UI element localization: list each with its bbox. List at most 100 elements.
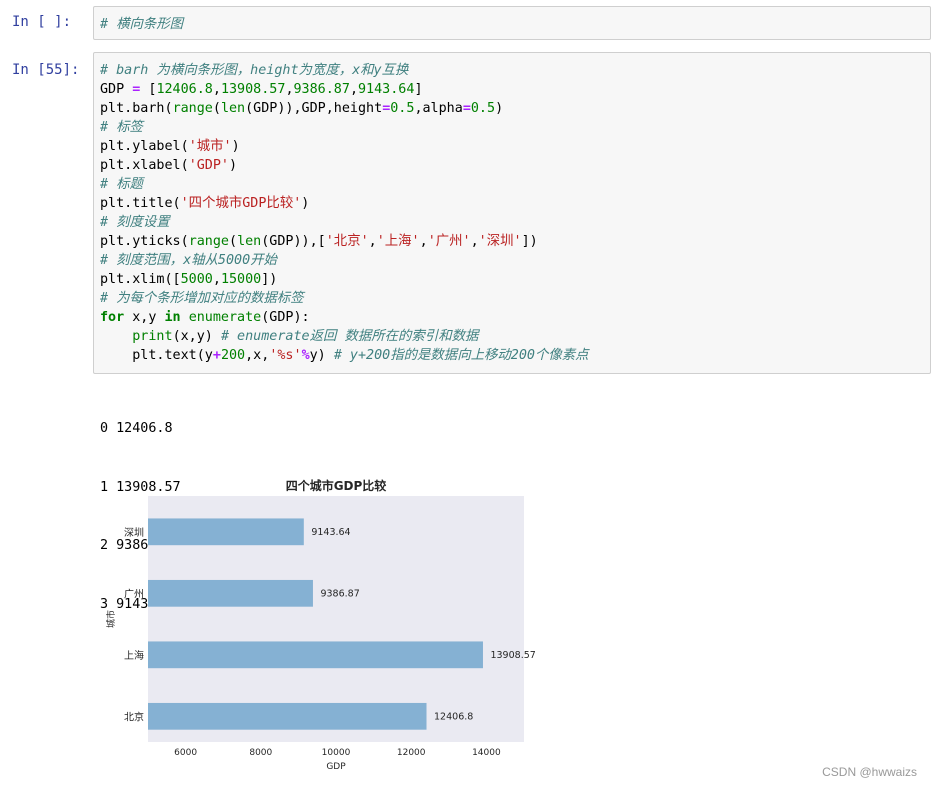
code-token: # 横向条形图 [100,17,184,32]
bar-data-label: 13908.57 [490,650,535,661]
code-token: plt.title( [100,196,181,211]
code-token: '北京' [325,234,369,249]
code-token: (GDP): [261,310,310,325]
x-tick-label: 10000 [322,748,351,758]
x-axis-label: GDP [326,762,346,772]
code-token: len [237,234,262,249]
code-token: (x,y) [172,329,221,344]
code-token: ]) [261,272,278,287]
code-token: range [172,101,213,116]
code-token: # y+200指的是数据向上移动200个像素点 [333,348,589,363]
code-token: len [220,101,246,116]
code-token: [ [140,82,157,97]
code-token: print [132,329,173,344]
code-token: ,x, [245,348,270,363]
code-token: % [301,348,310,363]
cell-prompt: In [ ]: [12,14,72,30]
code-token: plt.ylabel( [100,139,189,154]
code-line: plt.xlim([5000,15000]) [100,270,924,289]
code-line: plt.xlabel('GDP') [100,156,924,175]
code-token: ) [229,158,238,173]
code-token: '城市' [188,139,232,154]
x-tick-label: 12000 [397,748,426,758]
code-token: (GDP)),[ [261,234,326,249]
code-cell-1[interactable]: In [ ]: # 横向条形图 [0,4,931,42]
bar-data-label: 9143.64 [311,527,350,538]
code-line: plt.yticks(range(len(GDP)),['北京','上海','广… [100,232,924,251]
code-token: plt.yticks( [100,234,189,249]
code-token: 0.5 [390,101,415,116]
x-tick-label: 8000 [249,748,272,758]
code-cell-2[interactable]: In [55]: # barh 为横向条形图，height为宽度，x和y互换 GD… [0,52,931,376]
code-line: # 刻度范围，x轴从5000开始 [100,251,924,270]
code-token: 200 [220,348,246,363]
code-token: # 刻度设置 [100,215,170,230]
code-token: ( [212,101,221,116]
code-token: y) [309,348,334,363]
bar-data-label: 9386.87 [320,588,359,599]
code-token: = [462,101,471,116]
code-line: # 标题 [100,175,924,194]
code-token: 'GDP' [188,158,229,173]
code-text: # barh 为横向条形图，height为宽度，x和y互换 GDP = [1240… [94,53,930,371]
code-input[interactable]: # 横向条形图 [93,6,931,40]
code-token: enumerate [188,310,262,325]
code-token: , [368,234,377,249]
code-token: 5000 [180,272,213,287]
code-token: '广州' [427,234,471,249]
y-tick-label: 北京 [124,710,144,723]
code-line: # 刻度设置 [100,213,924,232]
code-line: # 为每个条形增加对应的数据标签 [100,289,924,308]
code-line: GDP = [12406.8,13908.57,9386.87,9143.64] [100,80,924,99]
code-token: 9143.64 [358,82,415,97]
code-token: # enumerate返回 数据所在的索引和数据 [220,329,479,344]
bar-3 [148,518,304,546]
code-token: # barh 为横向条形图，height为宽度，x和y互换 [100,63,409,78]
code-token: , [419,234,428,249]
code-token: plt.text(y [100,348,213,363]
y-tick-label: 深圳 [124,527,144,539]
code-token: , [212,272,221,287]
code-token: (GDP)),GDP,height [245,101,383,116]
code-token: 15000 [220,272,262,287]
code-line: plt.text(y+200,x,'%s'%y) # y+200指的是数据向上移… [100,346,924,365]
code-token: 0.5 [470,101,496,116]
y-axis-label: 城市 [105,610,117,628]
code-token: in [164,310,181,325]
code-token: '上海' [376,234,420,249]
code-token: range [188,234,229,249]
code-token: # 刻度范围，x轴从5000开始 [100,253,277,268]
x-tick-label: 14000 [472,748,501,758]
code-token: , [349,82,358,97]
code-token: ] [414,82,423,97]
output-line: 0 12406.8 [100,421,173,436]
bar-2 [148,579,313,607]
code-line: # 横向条形图 [100,15,924,34]
code-token: , [470,234,479,249]
code-line: plt.barh(range(len(GDP)),GDP,height=0.5,… [100,99,924,118]
code-token: plt.xlabel( [100,158,189,173]
code-token: # 为每个条形增加对应的数据标签 [100,291,304,306]
code-text: # 横向条形图 [94,7,930,40]
y-tick-label: 上海 [124,649,144,662]
bar-data-label: 12406.8 [434,711,473,722]
code-token: ) [495,101,504,116]
code-token: plt.barh( [100,101,173,116]
code-input[interactable]: # barh 为横向条形图，height为宽度，x和y互换 GDP = [1240… [93,52,931,374]
code-token: 12406.8 [156,82,213,97]
y-tick-label: 广州 [124,588,144,600]
x-tick-label: 6000 [174,748,197,758]
code-line: # 标签 [100,118,924,137]
code-line: plt.title('四个城市GDP比较') [100,194,924,213]
bar-1 [148,641,483,669]
code-token: '深圳' [478,234,522,249]
code-line: for x,y in enumerate(GDP): [100,308,924,327]
code-token: ) [231,139,240,154]
code-token: # 标题 [100,177,143,192]
code-token: ,alpha [414,101,463,116]
code-token: 13908.57 [220,82,286,97]
code-line: # barh 为横向条形图，height为宽度，x和y互换 [100,61,924,80]
code-token: # 标签 [100,120,143,135]
